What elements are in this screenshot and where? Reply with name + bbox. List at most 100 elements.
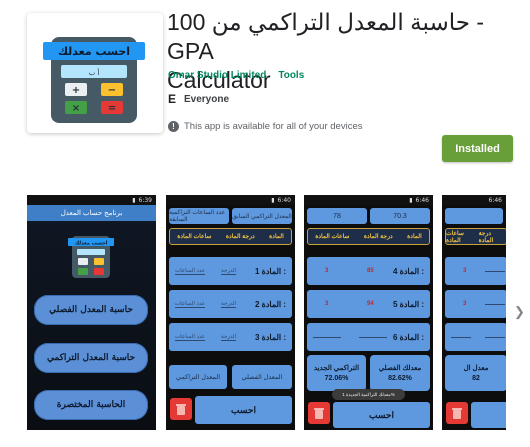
subject-row[interactable]: 3 94 المادة 5 : bbox=[307, 290, 430, 318]
app-title: حاسبة المعدل التراكمي من 100 - GPA Calcu… bbox=[167, 8, 507, 95]
status-time: 6:40 bbox=[277, 196, 291, 204]
status-time: 6:39 bbox=[138, 196, 152, 204]
svg-text:+: + bbox=[72, 85, 80, 96]
developer-link[interactable]: Omar Studio Limited bbox=[168, 70, 266, 81]
subject-label: المادة 3 : bbox=[254, 332, 286, 342]
toast-message: معدلك التراكمية الجديدة 1% bbox=[332, 389, 405, 400]
battery-icon: ▮ bbox=[409, 196, 413, 204]
hours-input[interactable]: عدد الساعات bbox=[175, 301, 206, 308]
app-title-line1: حاسبة المعدل التراكمي من 100 - GPA bbox=[167, 9, 485, 64]
screen-header: برنامج حساب المعدل bbox=[27, 205, 156, 221]
svg-text:−: − bbox=[108, 85, 116, 96]
app-icon: احسب معدلك أ ب + − × = bbox=[27, 13, 163, 133]
subject-row[interactable] bbox=[445, 323, 506, 351]
availability-note: ! This app is available for all of your … bbox=[168, 121, 362, 132]
svg-text:×: × bbox=[72, 103, 80, 114]
grade-input[interactable]: الدرجة bbox=[221, 334, 237, 341]
cumulative-mode-button[interactable]: المعدل التراكمي bbox=[169, 365, 227, 389]
column-headings: ساعات المادة درجة المادة المادة bbox=[169, 228, 292, 245]
previous-gpa-field[interactable]: 70.3 bbox=[370, 208, 430, 224]
chevron-right-icon[interactable]: ❯ bbox=[514, 304, 525, 320]
hours-input[interactable] bbox=[313, 336, 341, 338]
hours-heading: ساعات المادة bbox=[315, 234, 350, 240]
hours-input[interactable]: 3 bbox=[463, 268, 466, 274]
cumulative-gpa-button[interactable]: حاسبة المعدل التراكمي bbox=[34, 343, 148, 373]
calculate-button[interactable]: احسب bbox=[333, 402, 430, 428]
quick-calculator-button[interactable]: الحاسبة المختصرة bbox=[34, 390, 148, 420]
grade-input[interactable]: 85 bbox=[367, 268, 374, 274]
battery-icon: ▮ bbox=[271, 196, 275, 204]
icon-banner-text: احسب معدلك bbox=[58, 45, 130, 58]
grade-heading: درجة المادة bbox=[225, 234, 255, 240]
status-time: 6:46 bbox=[415, 196, 429, 204]
semester-result-label: معدلك الفصلي bbox=[378, 365, 422, 372]
calculator-icon: احسب معدلك bbox=[68, 236, 114, 278]
column-headings: ساعات المادة درجة المادة المادة bbox=[307, 228, 430, 245]
calculator-icon: احسب معدلك أ ب + − × = bbox=[43, 37, 145, 123]
hours-input[interactable]: عدد الساعات bbox=[175, 268, 206, 275]
subject-row[interactable]: 3 85 المادة 4 : bbox=[307, 257, 430, 285]
app-meta: Omar Studio Limited Tools bbox=[168, 70, 304, 81]
content-rating-label: Everyone bbox=[184, 93, 230, 105]
hours-input[interactable]: 3 bbox=[463, 301, 466, 307]
screenshot-2[interactable]: ▮ 6:40 عدد الساعات التراكمية السابقة الم… bbox=[166, 195, 295, 430]
subject-heading: المادة bbox=[269, 234, 284, 240]
status-bar: ▮ 6:40 bbox=[166, 195, 295, 205]
cumulative-result-label: التراكمي الجديد bbox=[313, 365, 360, 372]
screenshot-3[interactable]: ▮ 6:46 78 70.3 ساعات المادة درجة المادة … bbox=[304, 195, 433, 430]
hours-input[interactable]: 3 bbox=[325, 301, 328, 307]
availability-text: This app is available for all of your de… bbox=[184, 121, 363, 132]
hours-input[interactable]: 3 bbox=[325, 268, 328, 274]
subject-row[interactable]: عدد الساعات الدرجة المادة 2 : bbox=[169, 290, 292, 318]
status-bar: 6:46 bbox=[442, 195, 506, 205]
installed-button[interactable]: Installed bbox=[442, 135, 513, 162]
grade-input[interactable]: 94 bbox=[367, 301, 374, 307]
delete-button[interactable] bbox=[446, 402, 468, 424]
subject-row[interactable]: عدد الساعات الدرجة المادة 1 : bbox=[169, 257, 292, 285]
calculate-button[interactable]: احسب bbox=[195, 396, 292, 424]
icon-display-text: أ ب bbox=[89, 68, 100, 77]
screenshot-1[interactable]: ▮ 6:39 برنامج حساب المعدل احسب معدلك حاس… bbox=[27, 195, 156, 430]
delete-button[interactable] bbox=[308, 402, 330, 424]
mini-banner-text: احسب معدلك bbox=[75, 241, 108, 247]
hours-input[interactable]: عدد الساعات bbox=[175, 334, 206, 341]
grade-heading: درجة المادة bbox=[478, 230, 494, 244]
semester-result: معدل ال 82 bbox=[445, 355, 506, 391]
status-time: 6:46 bbox=[488, 196, 502, 204]
grade-input[interactable]: الدرجة bbox=[221, 268, 237, 275]
previous-gpa-field[interactable] bbox=[445, 208, 503, 224]
delete-button[interactable] bbox=[170, 398, 192, 420]
subject-label: المادة 2 : bbox=[254, 299, 286, 309]
subject-row[interactable]: عدد الساعات الدرجة المادة 3 : bbox=[169, 323, 292, 351]
semester-result: معدلك الفصلي 82.62% bbox=[370, 355, 430, 391]
subject-label: المادة 4 : bbox=[392, 266, 424, 276]
subject-row[interactable]: المادة 6 : bbox=[307, 323, 430, 351]
status-bar: ▮ 6:39 bbox=[27, 195, 156, 205]
screenshot-4[interactable]: 6:46 ساعات المادة درجة المادة 3 3 معدل ا… bbox=[442, 195, 506, 430]
previous-hours-field[interactable]: 78 bbox=[307, 208, 367, 224]
grade-input[interactable] bbox=[485, 270, 505, 272]
calculate-button[interactable] bbox=[471, 402, 506, 428]
info-icon: ! bbox=[168, 121, 179, 132]
grade-input[interactable]: الدرجة bbox=[221, 301, 237, 308]
grade-input[interactable] bbox=[359, 336, 387, 338]
trash-icon bbox=[452, 408, 462, 419]
hours-heading: ساعات المادة bbox=[446, 230, 464, 244]
subject-label: المادة 5 : bbox=[392, 299, 424, 309]
previous-gpa-field[interactable]: المعدل التراكمي السابق bbox=[232, 208, 292, 224]
hours-heading: ساعات المادة bbox=[177, 234, 212, 240]
grade-input[interactable] bbox=[485, 303, 505, 305]
subject-row[interactable]: 3 bbox=[445, 290, 506, 318]
trash-icon bbox=[314, 408, 324, 419]
subject-row[interactable]: 3 bbox=[445, 257, 506, 285]
semester-result-value: 82.62% bbox=[388, 375, 412, 382]
previous-hours-field[interactable]: عدد الساعات التراكمية السابقة bbox=[169, 208, 229, 224]
semester-gpa-button[interactable]: حاسبة المعدل الفصلي bbox=[34, 295, 148, 325]
subject-label: المادة 6 : bbox=[392, 332, 424, 342]
category-link[interactable]: Tools bbox=[278, 70, 304, 81]
semester-mode-button[interactable]: المعدل الفصلي bbox=[232, 365, 292, 389]
grade-input[interactable] bbox=[485, 336, 505, 338]
trash-icon bbox=[176, 404, 186, 415]
hours-input[interactable] bbox=[451, 336, 471, 338]
grade-heading: درجة المادة bbox=[363, 234, 393, 240]
